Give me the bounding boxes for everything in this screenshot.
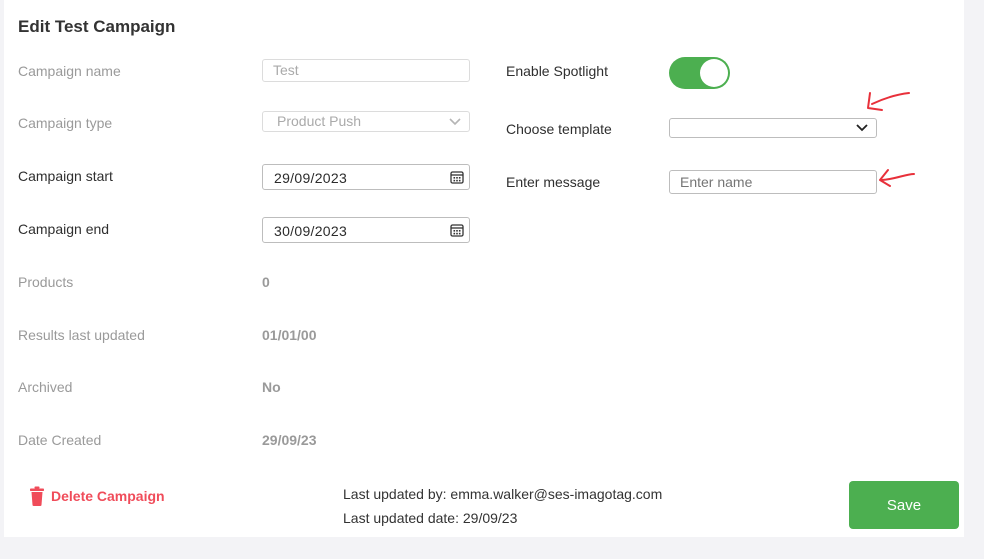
campaign-start-label: Campaign start bbox=[18, 168, 113, 184]
calendar-icon[interactable] bbox=[450, 223, 464, 237]
annotation-arrow-icon bbox=[879, 169, 915, 187]
campaign-type-label: Campaign type bbox=[18, 115, 113, 131]
campaign-start-date-input[interactable]: 29/09/2023 bbox=[262, 164, 470, 190]
archived-value: No bbox=[262, 379, 281, 395]
page-title: Edit Test Campaign bbox=[18, 17, 176, 36]
save-button[interactable]: Save bbox=[849, 481, 959, 529]
enable-spotlight-toggle[interactable] bbox=[669, 57, 730, 89]
archived-label: Archived bbox=[18, 379, 73, 395]
campaign-name-input[interactable]: Test bbox=[262, 59, 470, 82]
campaign-start-value: 29/09/2023 bbox=[274, 170, 348, 186]
date-created-label: Date Created bbox=[18, 432, 102, 448]
campaign-type-value: Product Push bbox=[277, 113, 362, 129]
products-label: Products bbox=[18, 274, 74, 290]
delete-campaign-label: Delete Campaign bbox=[51, 488, 165, 504]
edit-campaign-card: Edit Test Campaign Campaign name Test Ca… bbox=[4, 0, 964, 537]
delete-campaign-button[interactable]: Delete Campaign bbox=[29, 484, 165, 508]
campaign-name-value: Test bbox=[273, 62, 299, 78]
results-last-updated-label: Results last updated bbox=[18, 327, 145, 343]
campaign-end-label: Campaign end bbox=[18, 221, 110, 237]
campaign-type-select[interactable]: Product Push bbox=[262, 111, 470, 132]
last-updated-date: Last updated date: 29/09/23 bbox=[343, 510, 518, 526]
date-created-value: 29/09/23 bbox=[262, 432, 317, 448]
campaign-end-value: 30/09/2023 bbox=[274, 223, 348, 239]
products-value: 0 bbox=[262, 274, 270, 290]
enable-spotlight-label: Enable Spotlight bbox=[506, 63, 608, 79]
toggle-knob bbox=[700, 59, 728, 87]
enter-message-label: Enter message bbox=[506, 174, 601, 190]
chevron-down-icon bbox=[449, 118, 461, 126]
choose-template-label: Choose template bbox=[506, 121, 612, 137]
chevron-down-icon bbox=[856, 124, 868, 132]
last-updated-by: Last updated by: emma.walker@ses-imagota… bbox=[343, 486, 663, 502]
results-last-updated-value: 01/01/00 bbox=[262, 327, 317, 343]
annotation-arrow-icon bbox=[867, 92, 910, 111]
campaign-end-date-input[interactable]: 30/09/2023 bbox=[262, 217, 470, 243]
calendar-icon[interactable] bbox=[450, 170, 464, 184]
campaign-name-label: Campaign name bbox=[18, 63, 121, 79]
choose-template-select[interactable] bbox=[669, 118, 877, 138]
enter-message-input[interactable] bbox=[669, 170, 877, 194]
trash-icon bbox=[30, 486, 44, 506]
